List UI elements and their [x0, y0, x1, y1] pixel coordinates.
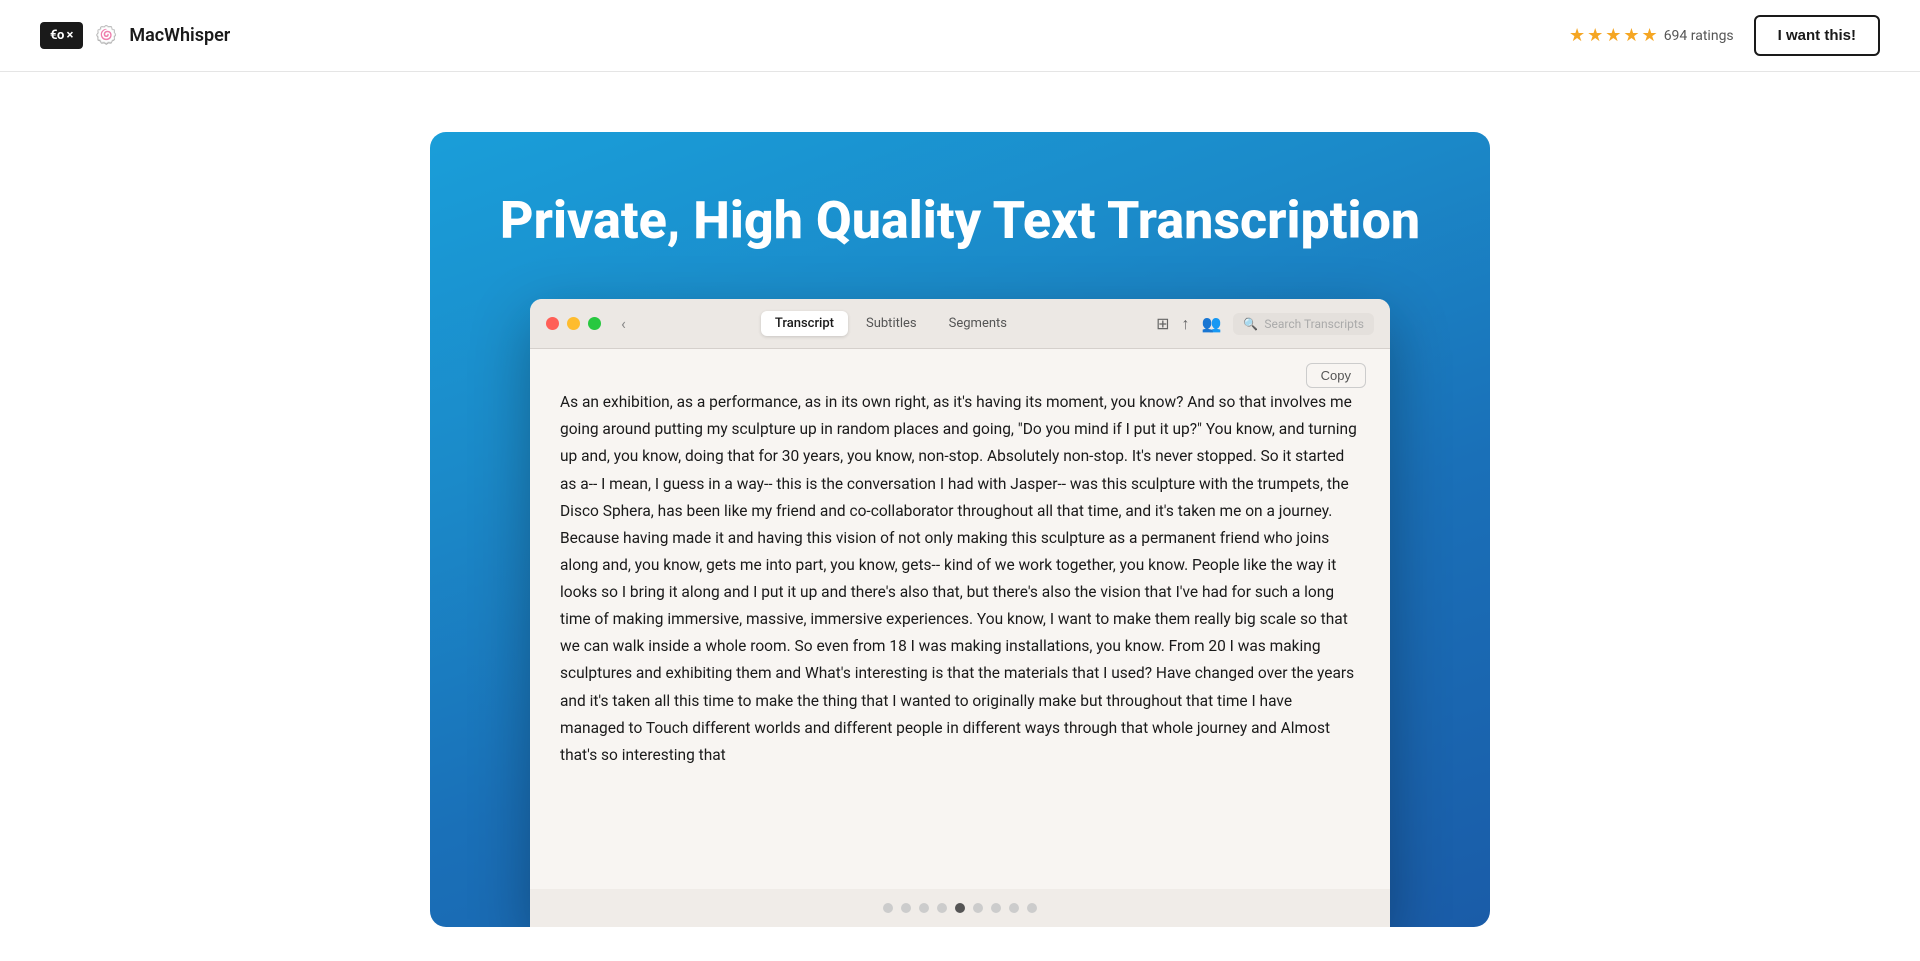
window-close-button[interactable] — [546, 317, 559, 330]
window-controls — [546, 317, 601, 330]
dot-1[interactable] — [883, 903, 893, 913]
star-4: ★ — [1623, 25, 1639, 46]
search-bar[interactable]: 🔍 Search Transcripts — [1233, 313, 1374, 335]
dot-5-active[interactable] — [955, 903, 965, 913]
mac-toolbar-right: ⊞ ↑ 👥 🔍 Search Transcripts — [1156, 313, 1374, 335]
dot-7[interactable] — [991, 903, 1001, 913]
star-2: ★ — [1587, 25, 1603, 46]
tab-transcript[interactable]: Transcript — [761, 311, 848, 336]
mac-tabs: Transcript Subtitles Segments — [642, 311, 1140, 336]
dot-4[interactable] — [937, 903, 947, 913]
search-placeholder: Search Transcripts — [1264, 317, 1364, 331]
window-minimize-button[interactable] — [567, 317, 580, 330]
star-5: ★ — [1642, 25, 1658, 46]
product-showcase: Private, High Quality Text Transcription… — [430, 132, 1490, 927]
stars-area: ★ ★ ★ ★ ★ 694 ratings — [1569, 25, 1734, 46]
tab-segments[interactable]: Segments — [935, 311, 1021, 336]
logo-badge: €o × — [40, 22, 83, 49]
mac-titlebar: ‹ Transcript Subtitles Segments ⊞ ↑ 👥 — [530, 299, 1390, 349]
export-icon[interactable]: ↑ — [1181, 314, 1189, 334]
carousel-dots — [530, 889, 1390, 927]
grid-icon[interactable]: ⊞ — [1156, 314, 1169, 333]
people-icon[interactable]: 👥 — [1201, 314, 1221, 333]
showcase-title: Private, High Quality Text Transcription — [500, 192, 1420, 249]
star-3: ★ — [1605, 25, 1621, 46]
dot-9[interactable] — [1027, 903, 1037, 913]
navbar: €o × 🍥 MacWhisper ★ ★ ★ ★ ★ 694 ratings … — [0, 0, 1920, 72]
dot-6[interactable] — [973, 903, 983, 913]
star-1: ★ — [1569, 25, 1585, 46]
dot-3[interactable] — [919, 903, 929, 913]
stars: ★ ★ ★ ★ ★ — [1569, 25, 1658, 46]
tab-subtitles[interactable]: Subtitles — [852, 311, 931, 336]
search-icon: 🔍 — [1243, 317, 1258, 331]
navbar-right: ★ ★ ★ ★ ★ 694 ratings I want this! — [1569, 15, 1880, 56]
navbar-left: €o × 🍥 MacWhisper — [40, 22, 230, 49]
mac-window: ‹ Transcript Subtitles Segments ⊞ ↑ 👥 — [530, 299, 1390, 927]
copy-button[interactable]: Copy — [1306, 363, 1366, 388]
gumroad-icon: 🍥 — [95, 25, 117, 46]
window-maximize-button[interactable] — [588, 317, 601, 330]
main-content: Private, High Quality Text Transcription… — [0, 72, 1920, 927]
want-this-button[interactable]: I want this! — [1754, 15, 1880, 56]
dot-2[interactable] — [901, 903, 911, 913]
transcript-text: As an exhibition, as a performance, as i… — [560, 369, 1360, 789]
ratings-count: 694 ratings — [1664, 28, 1734, 44]
app-name: MacWhisper — [129, 25, 230, 46]
transcript-area: Copy As an exhibition, as a performance,… — [530, 349, 1390, 889]
dot-8[interactable] — [1009, 903, 1019, 913]
back-button[interactable]: ‹ — [621, 314, 626, 333]
